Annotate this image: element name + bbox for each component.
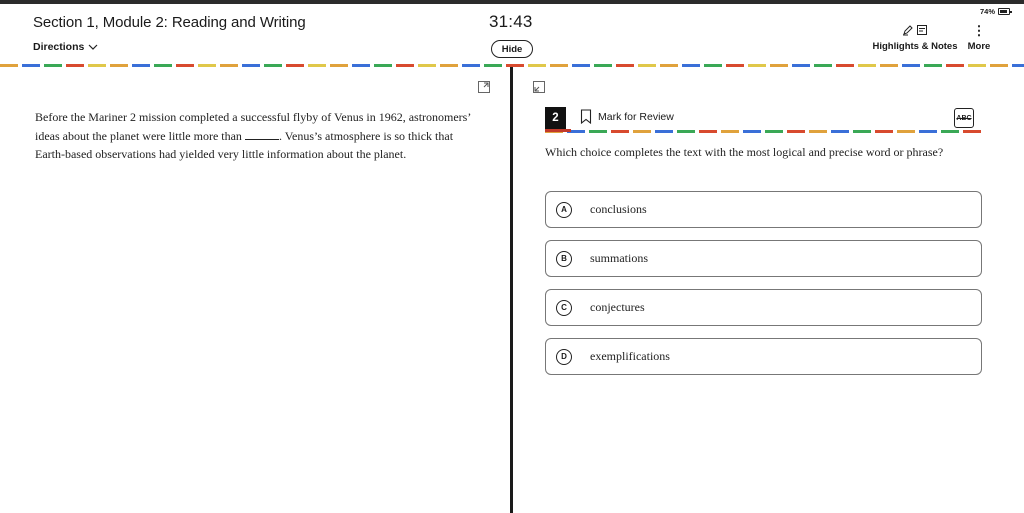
mark-for-review-label: Mark for Review: [598, 110, 674, 123]
battery-percent: 74%: [979, 7, 995, 16]
hide-timer-button[interactable]: Hide: [491, 40, 533, 58]
passage-text: Before the Mariner 2 mission completed a…: [35, 108, 485, 164]
choice-text: conjectures: [590, 300, 645, 314]
answer-choice-c[interactable]: C conjectures: [545, 289, 982, 326]
pen-icon: [903, 25, 913, 36]
expand-icon[interactable]: [533, 81, 545, 93]
answer-choice-b[interactable]: B summations: [545, 240, 982, 277]
vertical-dots-icon: ⋮: [972, 23, 986, 38]
choice-letter: C: [556, 299, 572, 316]
answer-choice-a[interactable]: A conclusions: [545, 191, 982, 228]
passage-blank: [244, 130, 279, 140]
directions-label: Directions: [33, 41, 85, 53]
choice-letter: A: [556, 201, 572, 218]
highlights-notes-label: Highlights & Notes: [872, 41, 958, 52]
section-title: Section 1, Module 2: Reading and Writing: [33, 14, 306, 31]
question-number-underline: [545, 129, 571, 132]
question-number: 2: [545, 107, 566, 129]
note-icon: [917, 25, 927, 35]
directions-button[interactable]: Directions: [33, 41, 98, 53]
mark-for-review-button[interactable]: Mark for Review: [580, 109, 674, 124]
battery-indicator: 74%: [979, 7, 1012, 16]
choice-text: summations: [590, 251, 649, 265]
choice-text: exemplifications: [590, 349, 670, 363]
battery-icon: [998, 8, 1012, 15]
choice-letter: D: [556, 348, 572, 365]
header: Section 1, Module 2: Reading and Writing…: [0, 4, 1024, 64]
passage-pane: Before the Mariner 2 mission completed a…: [0, 67, 510, 513]
more-label: More: [967, 41, 991, 52]
answer-choice-d[interactable]: D exemplifications: [545, 338, 982, 375]
bookmark-icon: [580, 109, 592, 124]
choice-text: conclusions: [590, 202, 647, 216]
expand-icon[interactable]: [478, 81, 490, 93]
timer: 31:43: [489, 12, 533, 31]
question-header-rule: [545, 130, 982, 133]
chevron-down-icon: [88, 44, 98, 50]
question-pane: 2 Mark for Review ABC Which choice compl…: [513, 67, 1024, 513]
strikethrough-abc-icon[interactable]: ABC: [954, 108, 974, 128]
more-button[interactable]: ⋮ More: [964, 23, 994, 53]
question-prompt: Which choice completes the text with the…: [545, 145, 944, 159]
highlights-notes-button[interactable]: Highlights & Notes: [870, 24, 960, 52]
choice-letter: B: [556, 250, 572, 267]
